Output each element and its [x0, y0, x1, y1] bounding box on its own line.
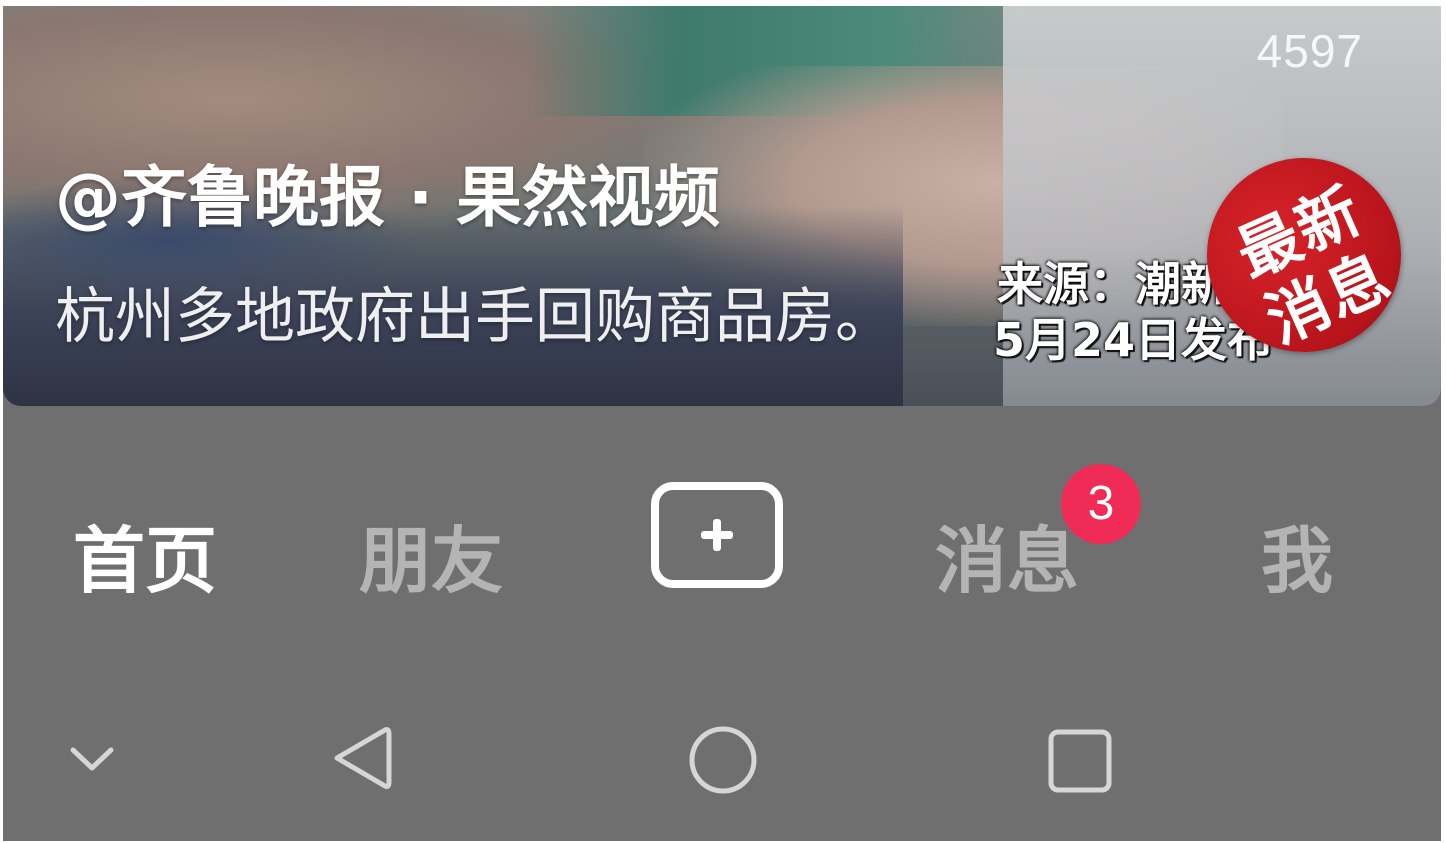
caption-date-line: 5月24日发布	[993, 313, 1274, 367]
tab-home[interactable]: 首页	[73, 502, 217, 607]
tab-messages[interactable]: 消息	[935, 502, 1079, 607]
app-frame: 4597 @齐鲁晚报 · 果然视频 杭州多地政府出手回购商品房。 来源：潮新闻 …	[3, 6, 1441, 841]
video-description[interactable]: 杭州多地政府出手回购商品房。	[55, 268, 895, 355]
back-triangle-icon[interactable]	[327, 722, 397, 794]
tab-friends[interactable]: 朋友	[359, 502, 503, 607]
bottom-tab-bar: 首页 朋友 消息 3 我	[3, 406, 1441, 686]
home-circle-icon[interactable]	[687, 724, 759, 796]
unread-count-badge: 3	[1061, 464, 1141, 544]
recents-square-icon[interactable]	[1047, 728, 1113, 794]
view-count: 4597	[1256, 25, 1363, 77]
create-video-button[interactable]	[651, 482, 783, 588]
system-navigation-bar	[3, 686, 1441, 841]
plus-icon	[713, 519, 721, 551]
video-player[interactable]: 4597 @齐鲁晚报 · 果然视频 杭州多地政府出手回购商品房。 来源：潮新闻 …	[3, 6, 1441, 406]
tab-me[interactable]: 我	[1261, 502, 1333, 607]
video-author[interactable]: @齐鲁晚报 · 果然视频	[55, 144, 720, 240]
chevron-down-icon[interactable]	[67, 742, 117, 776]
